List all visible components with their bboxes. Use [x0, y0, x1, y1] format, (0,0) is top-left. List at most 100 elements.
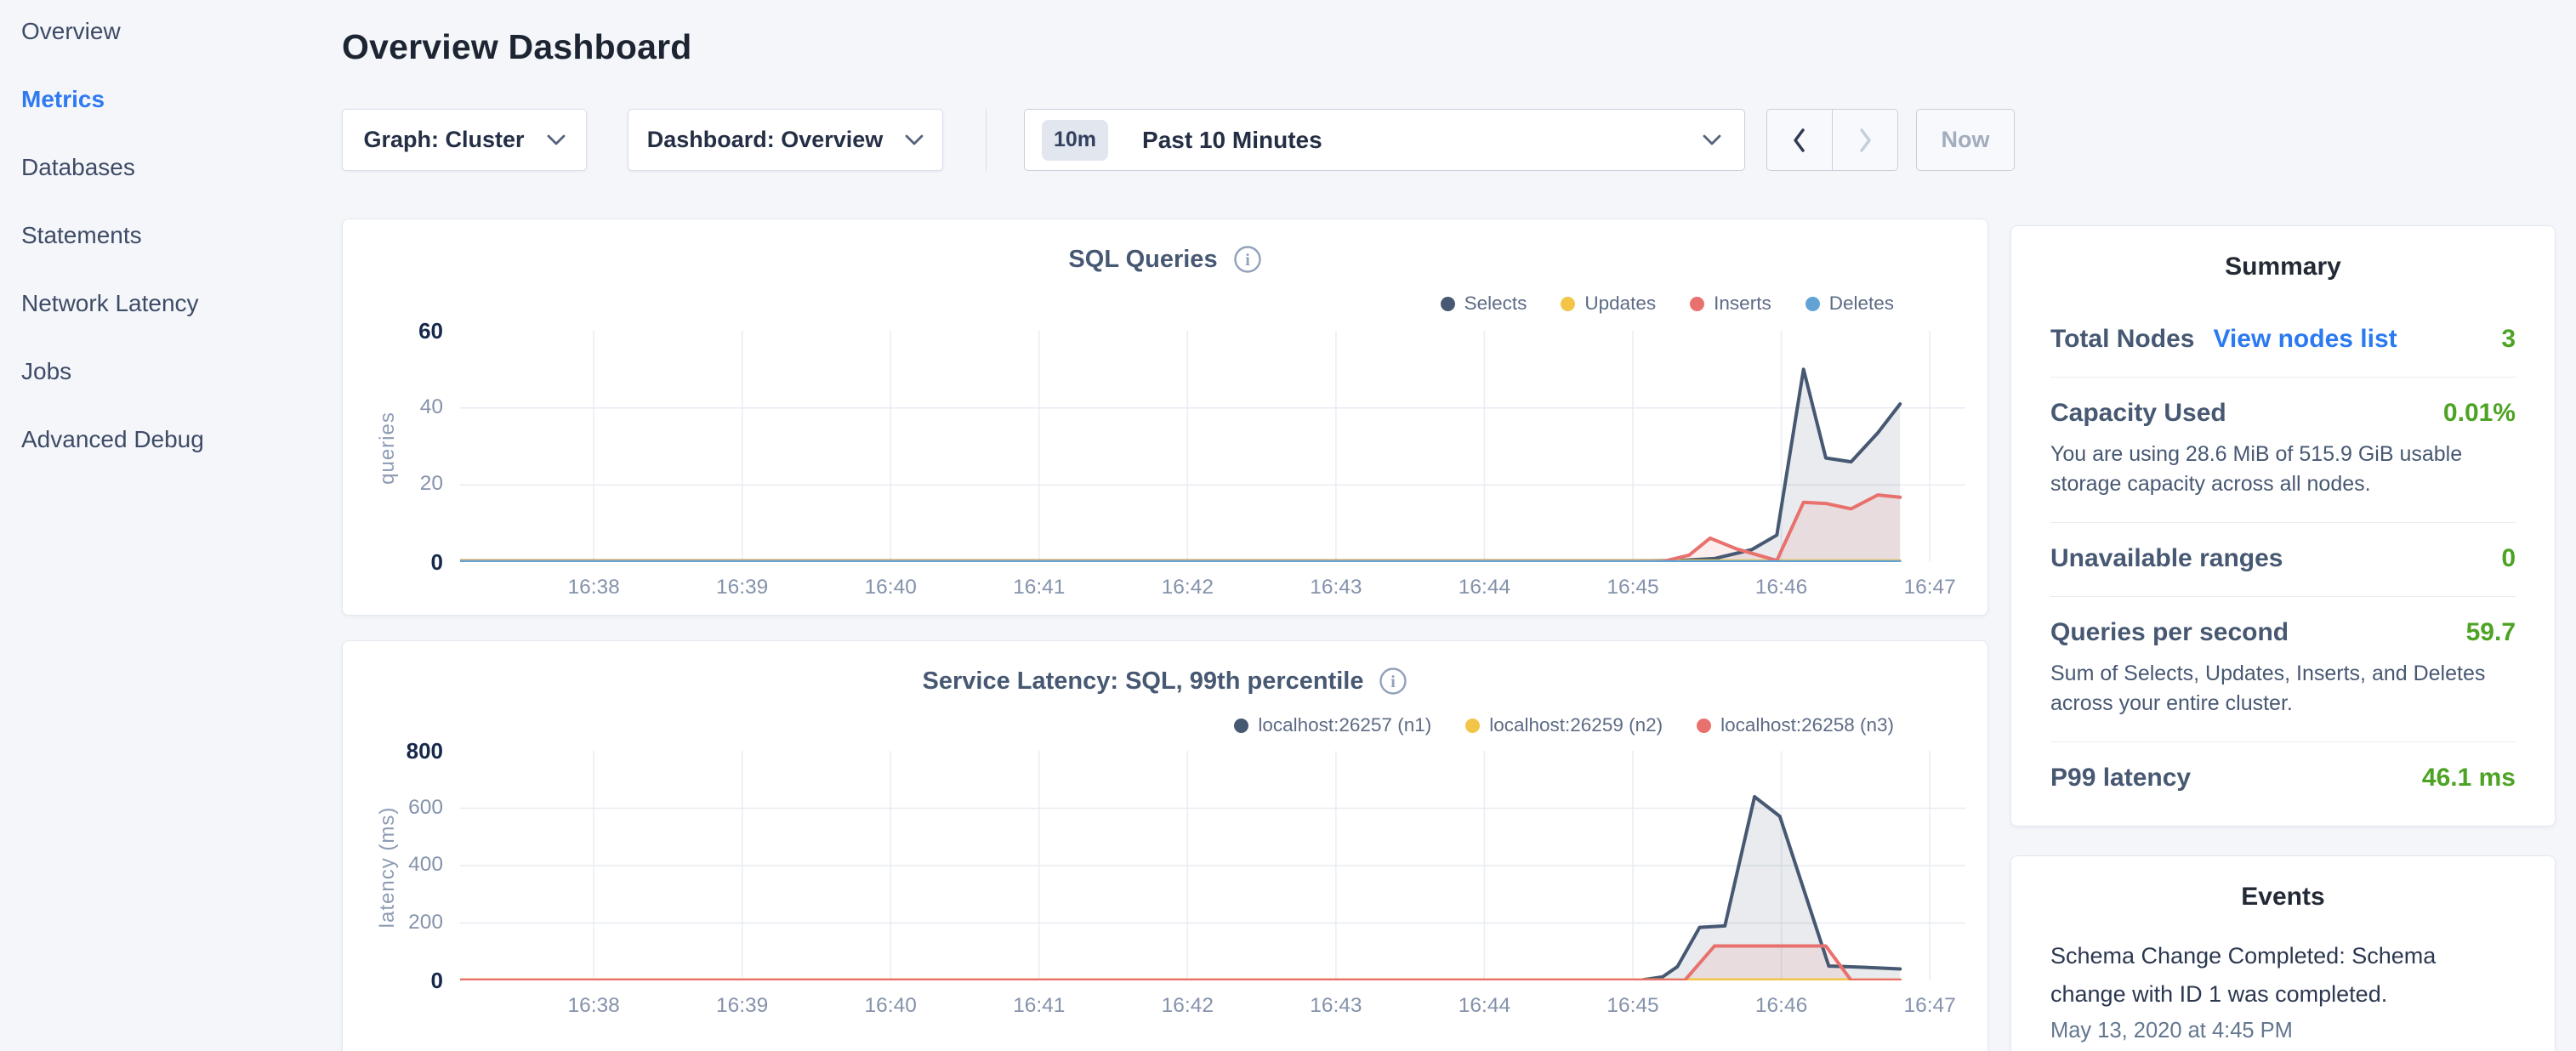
- x-axis-tick-label: 16:41: [988, 994, 1090, 1018]
- info-icon[interactable]: i: [1379, 667, 1407, 696]
- sidebar-item-advanced-debug[interactable]: Advanced Debug: [21, 416, 340, 463]
- x-axis-tick-label: 16:46: [1731, 994, 1833, 1018]
- sql-queries-chart-card: SQL Queries i Selects Updates Inserts Delet…: [342, 219, 1988, 616]
- svg-text:i: i: [1245, 251, 1250, 270]
- chart-legend: Selects Updates Inserts Deletes: [1441, 293, 1894, 315]
- graph-dropdown[interactable]: Graph: Cluster: [342, 109, 587, 171]
- sidebar-item-label: Advanced Debug: [21, 426, 204, 452]
- x-axis-tick-label: 16:38: [543, 576, 645, 599]
- legend-dot-icon: [1697, 719, 1711, 733]
- summary-body: Total Nodes View nodes list 3 Capacity U…: [2011, 281, 2555, 815]
- sidebar-item-metrics[interactable]: Metrics: [21, 76, 340, 123]
- y-axis-tick-label: 40: [362, 395, 443, 419]
- legend-item[interactable]: Deletes: [1805, 293, 1894, 315]
- legend-label: localhost:26257 (n1): [1258, 714, 1431, 736]
- stat-subtext: You are using 28.6 MiB of 515.9 GiB usab…: [2050, 440, 2516, 499]
- sidebar-item-label: Jobs: [21, 358, 71, 384]
- x-axis-tick-label: 16:44: [1433, 576, 1535, 599]
- sidebar-item-label: Metrics: [21, 86, 105, 112]
- stat-label: Total Nodes: [2050, 325, 2194, 354]
- events-heading: Events: [2011, 856, 2555, 912]
- x-axis-tick-label: 16:47: [1879, 994, 1981, 1018]
- stat-value: 59.7: [2466, 618, 2516, 647]
- legend-dot-icon: [1441, 297, 1455, 311]
- x-axis-tick-label: 16:39: [691, 994, 793, 1018]
- sidebar-item-overview[interactable]: Overview: [21, 8, 340, 55]
- chevron-down-icon: [1703, 134, 1721, 145]
- x-axis-tick-label: 16:42: [1136, 576, 1238, 599]
- legend-dot-icon: [1561, 297, 1575, 311]
- legend-label: localhost:26258 (n3): [1720, 714, 1894, 736]
- stat-subtext: Sum of Selects, Updates, Inserts, and De…: [2050, 659, 2516, 719]
- stat-label: P99 latency: [2050, 764, 2191, 793]
- y-axis-tick-label: 600: [362, 796, 443, 820]
- legend-item[interactable]: Inserts: [1690, 293, 1771, 315]
- legend-dot-icon: [1234, 719, 1248, 733]
- legend-item[interactable]: localhost:26257 (n1): [1234, 714, 1431, 736]
- chart-legend: localhost:26257 (n1) localhost:26259 (n2)…: [1234, 714, 1894, 736]
- plot-area[interactable]: latency (ms) 16:3816:3916:4016:4116:4216…: [460, 751, 1965, 980]
- x-axis-tick-label: 16:45: [1582, 994, 1684, 1018]
- sidebar-item-databases[interactable]: Databases: [21, 144, 340, 191]
- dashboard-dropdown[interactable]: Dashboard: Overview: [628, 109, 943, 171]
- chart-title-row: Service Latency: SQL, 99th percentile i: [343, 667, 1987, 696]
- plot-area[interactable]: queries 16:3816:3916:4016:4116:4216:4316…: [460, 331, 1965, 562]
- sidebar-item-label: Network Latency: [21, 290, 199, 316]
- y-axis-title: queries: [376, 308, 400, 588]
- x-axis-tick-label: 16:43: [1285, 576, 1387, 599]
- x-axis-tick-label: 16:44: [1433, 994, 1535, 1018]
- toolbar-divider: [986, 109, 987, 171]
- sidebar: Overview Metrics Databases Statements Ne…: [0, 0, 340, 484]
- stat-value: 0: [2501, 544, 2516, 573]
- x-axis-tick-label: 16:39: [691, 576, 793, 599]
- now-button[interactable]: Now: [1916, 109, 2015, 171]
- time-step-buttons: [1766, 109, 1898, 171]
- sidebar-item-network-latency[interactable]: Network Latency: [21, 280, 340, 327]
- chart-title: Service Latency: SQL, 99th percentile: [923, 668, 1364, 696]
- legend-dot-icon: [1690, 297, 1704, 311]
- sidebar-item-statements[interactable]: Statements: [21, 212, 340, 259]
- toolbar: Graph: Cluster Dashboard: Overview 10m P…: [342, 109, 2015, 171]
- stat-value: 0.01%: [2443, 399, 2516, 428]
- chevron-left-icon: [1791, 128, 1808, 153]
- sidebar-item-label: Databases: [21, 154, 135, 180]
- x-axis-tick-label: 16:47: [1879, 576, 1981, 599]
- legend-item[interactable]: localhost:26258 (n3): [1697, 714, 1894, 736]
- time-range-label: Past 10 Minutes: [1142, 127, 1322, 154]
- svg-text:i: i: [1391, 673, 1396, 691]
- info-icon[interactable]: i: [1233, 245, 1262, 274]
- legend-item[interactable]: Updates: [1561, 293, 1656, 315]
- chart-title-row: SQL Queries i: [343, 245, 1987, 274]
- y-axis-tick-label: 60: [362, 318, 443, 344]
- sidebar-item-label: Overview: [21, 18, 121, 44]
- legend-dot-icon: [1805, 297, 1820, 311]
- service-latency-chart-card: Service Latency: SQL, 99th percentile i …: [342, 640, 1988, 1051]
- legend-item[interactable]: localhost:26259 (n2): [1465, 714, 1663, 736]
- event-timestamp: May 13, 2020 at 4:45 PM: [2050, 1019, 2516, 1043]
- stat-row-capacity-used: Capacity Used 0.01% You are using 28.6 M…: [2050, 378, 2516, 523]
- chart-title: SQL Queries: [1068, 246, 1217, 274]
- graph-dropdown-label: Graph: Cluster: [363, 127, 524, 153]
- y-axis-tick-label: 400: [362, 853, 443, 877]
- time-step-forward-button[interactable]: [1832, 110, 1897, 170]
- x-axis-tick-label: 16:41: [988, 576, 1090, 599]
- legend-label: Selects: [1464, 293, 1527, 315]
- events-panel: Events Schema Change Completed: Schema c…: [2010, 855, 2556, 1051]
- stat-row-total-nodes: Total Nodes View nodes list 3: [2050, 304, 2516, 378]
- events-list: Schema Change Completed: Schema change w…: [2011, 912, 2555, 1043]
- sidebar-item-jobs[interactable]: Jobs: [21, 348, 340, 395]
- stat-value: 46.1 ms: [2422, 764, 2516, 793]
- sidebar-item-label: Statements: [21, 222, 142, 248]
- y-axis-tick-label: 800: [362, 738, 443, 764]
- legend-item[interactable]: Selects: [1441, 293, 1527, 315]
- view-nodes-list-link[interactable]: View nodes list: [2213, 325, 2397, 354]
- stat-row-queries-per-second: Queries per second 59.7 Sum of Selects, …: [2050, 597, 2516, 742]
- stat-label: Unavailable ranges: [2050, 544, 2283, 573]
- legend-label: localhost:26259 (n2): [1489, 714, 1663, 736]
- event-list-item[interactable]: Schema Change Completed: Schema change w…: [2050, 937, 2516, 1043]
- time-range-badge: 10m: [1042, 120, 1108, 161]
- x-axis-tick-label: 16:42: [1136, 994, 1238, 1018]
- time-range-dropdown[interactable]: 10m Past 10 Minutes: [1024, 109, 1745, 171]
- time-step-back-button[interactable]: [1767, 110, 1832, 170]
- x-axis-tick-label: 16:43: [1285, 994, 1387, 1018]
